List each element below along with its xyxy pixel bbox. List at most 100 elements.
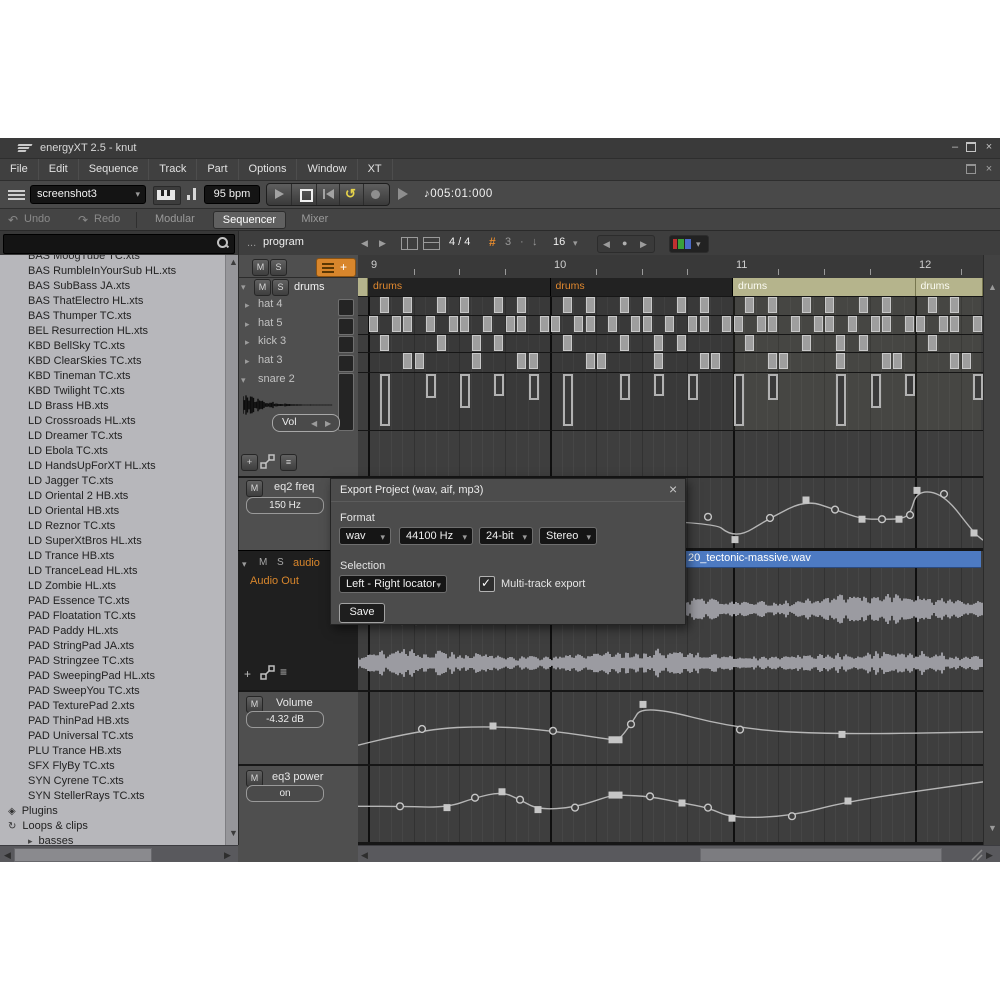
- note[interactable]: [745, 335, 754, 351]
- snare-note[interactable]: [734, 374, 744, 426]
- automation-point-square[interactable]: [444, 804, 451, 811]
- note[interactable]: [483, 316, 492, 332]
- list-item[interactable]: BAS ThatElectro HL.xts: [0, 294, 225, 309]
- note[interactable]: [403, 297, 412, 313]
- prev-program-icon[interactable]: ◀: [361, 238, 368, 249]
- list-item[interactable]: PAD Universal TC.xts: [0, 729, 225, 744]
- list-item-basses[interactable]: ▸basses: [0, 834, 225, 845]
- link-icon[interactable]: [260, 454, 276, 470]
- automation-point-circle[interactable]: [705, 804, 712, 811]
- list-item[interactable]: PAD ThinPad HB.xts: [0, 714, 225, 729]
- expand-icon[interactable]: ▸: [245, 319, 250, 330]
- note[interactable]: [620, 335, 629, 351]
- program-dots[interactable]: ...: [247, 237, 256, 249]
- note[interactable]: [540, 316, 549, 332]
- snare-track-name[interactable]: snare 2: [258, 373, 295, 385]
- note[interactable]: [563, 297, 572, 313]
- note[interactable]: [380, 335, 389, 351]
- note[interactable]: [745, 297, 754, 313]
- volume-value[interactable]: -4.32 dB: [246, 711, 324, 728]
- note[interactable]: [871, 316, 880, 332]
- add-part-button[interactable]: +: [241, 454, 258, 471]
- play-button[interactable]: [275, 189, 284, 199]
- clip-drums[interactable]: [358, 278, 368, 296]
- note[interactable]: [620, 297, 629, 313]
- note[interactable]: [825, 316, 834, 332]
- note[interactable]: [757, 316, 766, 332]
- list-item[interactable]: LD HandsUpForXT HL.xts: [0, 459, 225, 474]
- snare-level-bar[interactable]: [338, 373, 354, 431]
- format-type-select[interactable]: wav▾: [339, 527, 391, 545]
- snare-note[interactable]: [563, 374, 573, 426]
- note[interactable]: [597, 353, 606, 369]
- automation-point-circle[interactable]: [647, 793, 654, 800]
- subtrack-name[interactable]: hat 4: [258, 298, 282, 310]
- grid-resolution[interactable]: 16: [553, 236, 565, 248]
- menu-edit[interactable]: Edit: [39, 159, 79, 180]
- program-label[interactable]: program: [263, 236, 304, 248]
- automation-point-circle[interactable]: [397, 803, 404, 810]
- mute-all-button[interactable]: M: [252, 259, 269, 276]
- list-item[interactable]: BAS MoogTube TC.xts: [0, 255, 225, 264]
- eq3-value[interactable]: on: [246, 785, 324, 802]
- note[interactable]: [403, 316, 412, 332]
- note[interactable]: [973, 316, 982, 332]
- menu-part[interactable]: Part: [197, 159, 238, 180]
- menu-options[interactable]: Options: [239, 159, 298, 180]
- note[interactable]: [369, 316, 378, 332]
- time-signature[interactable]: 4 / 4: [449, 236, 470, 248]
- scroll-up-icon[interactable]: ▲: [229, 257, 238, 267]
- next-program-icon[interactable]: ▶: [379, 238, 386, 249]
- multitrack-checkbox[interactable]: ✓: [479, 576, 495, 592]
- timeline-ruler[interactable]: 9101112: [358, 255, 983, 279]
- note[interactable]: [677, 335, 686, 351]
- note[interactable]: [586, 316, 595, 332]
- note[interactable]: [734, 316, 743, 332]
- clip-drums[interactable]: drums: [733, 278, 916, 296]
- param-next-icon[interactable]: ▶: [325, 419, 331, 428]
- expand-icon[interactable]: ▸: [245, 337, 250, 348]
- restore-button[interactable]: [964, 142, 978, 155]
- automation-point-square[interactable]: [839, 731, 846, 738]
- note[interactable]: [643, 297, 652, 313]
- list-item[interactable]: KBD ClearSkies TC.xts: [0, 354, 225, 369]
- list-item[interactable]: LD Reznor TC.xts: [0, 519, 225, 534]
- note[interactable]: [460, 316, 469, 332]
- list-item[interactable]: SYN StellerRays TC.xts: [0, 789, 225, 804]
- nav-right-icon[interactable]: ▶: [640, 239, 647, 250]
- dialog-close-icon[interactable]: ×: [669, 481, 677, 497]
- note[interactable]: [836, 335, 845, 351]
- automation-point-circle[interactable]: [737, 726, 744, 733]
- snare-note[interactable]: [494, 374, 504, 396]
- note[interactable]: [882, 297, 891, 313]
- note[interactable]: [608, 316, 617, 332]
- automation-point-square[interactable]: [616, 736, 623, 743]
- automation-point-circle[interactable]: [628, 721, 635, 728]
- plus-icon[interactable]: +: [244, 667, 251, 681]
- browser-hscrollbar[interactable]: ◀ ▶: [0, 845, 238, 862]
- note[interactable]: [472, 335, 481, 351]
- automation-point-square[interactable]: [732, 536, 739, 543]
- clip-drums[interactable]: drums: [916, 278, 984, 296]
- scroll-right-icon[interactable]: ▶: [224, 850, 231, 861]
- note[interactable]: [950, 297, 959, 313]
- automation-point-square[interactable]: [499, 788, 506, 795]
- note[interactable]: [654, 335, 663, 351]
- note[interactable]: [893, 353, 902, 369]
- automation-point-square[interactable]: [535, 806, 542, 813]
- solo-all-button[interactable]: S: [270, 259, 287, 276]
- note[interactable]: [802, 297, 811, 313]
- note[interactable]: [551, 316, 560, 332]
- note[interactable]: [950, 353, 959, 369]
- clip-drums[interactable]: drums: [551, 278, 734, 296]
- note[interactable]: [392, 316, 401, 332]
- track-menu-button[interactable]: ≡: [280, 454, 297, 471]
- menu-file[interactable]: File: [0, 159, 39, 180]
- note[interactable]: [859, 297, 868, 313]
- track-color-select[interactable]: ▾: [669, 235, 709, 253]
- automation-point-circle[interactable]: [419, 726, 426, 733]
- note[interactable]: [472, 353, 481, 369]
- automation-point-circle[interactable]: [550, 727, 557, 734]
- automation-point-circle[interactable]: [789, 813, 796, 820]
- automation-point-circle[interactable]: [832, 506, 839, 513]
